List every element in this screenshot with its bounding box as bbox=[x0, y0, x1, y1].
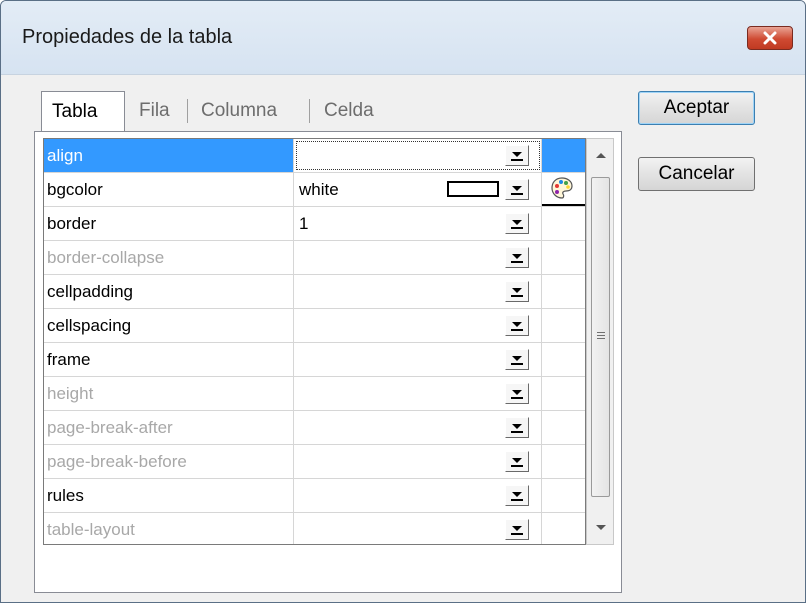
dropdown-underline bbox=[511, 397, 523, 399]
dropdown-arrow-button[interactable] bbox=[505, 485, 529, 506]
tab-tabla[interactable]: Tabla bbox=[41, 91, 125, 131]
tab-celda[interactable]: Celda bbox=[314, 91, 384, 131]
color-swatch bbox=[447, 181, 499, 197]
property-extra-cell bbox=[542, 343, 585, 376]
property-extra-cell bbox=[542, 411, 585, 444]
property-row-table-layout[interactable]: table-layout bbox=[44, 513, 585, 544]
property-name: page-break-after bbox=[44, 411, 294, 444]
property-row-frame[interactable]: frame bbox=[44, 343, 585, 377]
tab-separator bbox=[309, 99, 310, 123]
dropdown-underline bbox=[511, 295, 523, 297]
dropdown-underline bbox=[511, 329, 523, 331]
thumb-grip-line bbox=[597, 332, 605, 333]
tab-fila[interactable]: Fila bbox=[129, 91, 180, 131]
property-extra-cell bbox=[542, 139, 585, 172]
tab-separator bbox=[187, 99, 188, 123]
property-row-bgcolor[interactable]: bgcolor white bbox=[44, 173, 585, 207]
property-name: cellpadding bbox=[44, 275, 294, 308]
dropdown-arrow-button[interactable] bbox=[505, 179, 529, 200]
property-extra-cell bbox=[542, 445, 585, 478]
dropdown-underline bbox=[511, 227, 523, 229]
property-name: align bbox=[44, 139, 294, 172]
property-row-page-break-before[interactable]: page-break-before bbox=[44, 445, 585, 479]
dialog-title: Propiedades de la tabla bbox=[22, 26, 233, 48]
property-name: table-layout bbox=[44, 513, 294, 544]
dropdown-underline bbox=[511, 363, 523, 365]
property-name: cellspacing bbox=[44, 309, 294, 342]
thumb-grip-line bbox=[597, 335, 605, 336]
tab-columna[interactable]: Columna bbox=[191, 91, 287, 131]
vertical-scrollbar[interactable] bbox=[586, 138, 614, 545]
scroll-down-arrow-icon[interactable] bbox=[596, 525, 606, 530]
property-extra-cell bbox=[542, 173, 585, 206]
property-row-page-break-after[interactable]: page-break-after bbox=[44, 411, 585, 445]
dropdown-arrow-button[interactable] bbox=[505, 247, 529, 268]
dropdown-underline bbox=[511, 499, 523, 501]
dropdown-arrow-button[interactable] bbox=[505, 451, 529, 472]
dropdown-underline bbox=[511, 465, 523, 467]
dropdown-underline bbox=[511, 261, 523, 263]
dropdown-underline bbox=[511, 431, 523, 433]
dropdown-arrow-button[interactable] bbox=[505, 383, 529, 404]
dropdown-arrow-button[interactable] bbox=[505, 349, 529, 370]
color-palette-icon[interactable] bbox=[550, 176, 574, 200]
property-row-align[interactable]: align bbox=[44, 139, 585, 173]
dropdown-underline bbox=[511, 533, 523, 535]
palette-underline bbox=[542, 204, 585, 206]
property-row-border[interactable]: border 1 bbox=[44, 207, 585, 241]
tab-panel: align bgcolor white border 1 border-collapse c… bbox=[34, 131, 622, 593]
property-name: height bbox=[44, 377, 294, 410]
close-icon bbox=[763, 31, 777, 45]
cancel-button[interactable]: Cancelar bbox=[638, 157, 755, 191]
dropdown-underline bbox=[511, 193, 523, 195]
property-row-cellpadding[interactable]: cellpadding bbox=[44, 275, 585, 309]
property-extra-cell bbox=[542, 479, 585, 512]
property-extra-cell bbox=[542, 513, 585, 544]
dropdown-underline bbox=[511, 159, 523, 161]
property-name: border bbox=[44, 207, 294, 240]
property-value-text: 1 bbox=[299, 214, 309, 233]
dropdown-arrow-button[interactable] bbox=[505, 315, 529, 336]
ok-button[interactable]: Aceptar bbox=[638, 91, 755, 125]
property-extra-cell bbox=[542, 377, 585, 410]
dialog-window: Propiedades de la tabla Tabla Fila Colum… bbox=[0, 0, 806, 603]
property-grid: align bgcolor white border 1 border-collapse c… bbox=[43, 138, 586, 545]
dropdown-arrow-button[interactable] bbox=[505, 519, 529, 540]
property-row-rules[interactable]: rules bbox=[44, 479, 585, 513]
property-extra-cell bbox=[542, 275, 585, 308]
property-row-cellspacing[interactable]: cellspacing bbox=[44, 309, 585, 343]
property-extra-cell bbox=[542, 309, 585, 342]
property-row-border-collapse[interactable]: border-collapse bbox=[44, 241, 585, 275]
scroll-up-arrow-icon[interactable] bbox=[596, 153, 606, 158]
dropdown-arrow-button[interactable] bbox=[505, 281, 529, 302]
property-name: bgcolor bbox=[44, 173, 294, 206]
thumb-grip-line bbox=[597, 338, 605, 339]
property-row-height[interactable]: height bbox=[44, 377, 585, 411]
property-name: rules bbox=[44, 479, 294, 512]
property-value-text: white bbox=[299, 180, 339, 199]
property-name: page-break-before bbox=[44, 445, 294, 478]
property-extra-cell bbox=[542, 207, 585, 240]
scroll-thumb[interactable] bbox=[591, 177, 610, 497]
title-bar[interactable]: Propiedades de la tabla bbox=[1, 1, 805, 75]
property-name: border-collapse bbox=[44, 241, 294, 274]
property-extra-cell bbox=[542, 241, 585, 274]
close-button[interactable] bbox=[747, 26, 793, 50]
dropdown-arrow-button[interactable] bbox=[505, 145, 529, 166]
property-name: frame bbox=[44, 343, 294, 376]
dropdown-arrow-button[interactable] bbox=[505, 213, 529, 234]
dropdown-arrow-button[interactable] bbox=[505, 417, 529, 438]
